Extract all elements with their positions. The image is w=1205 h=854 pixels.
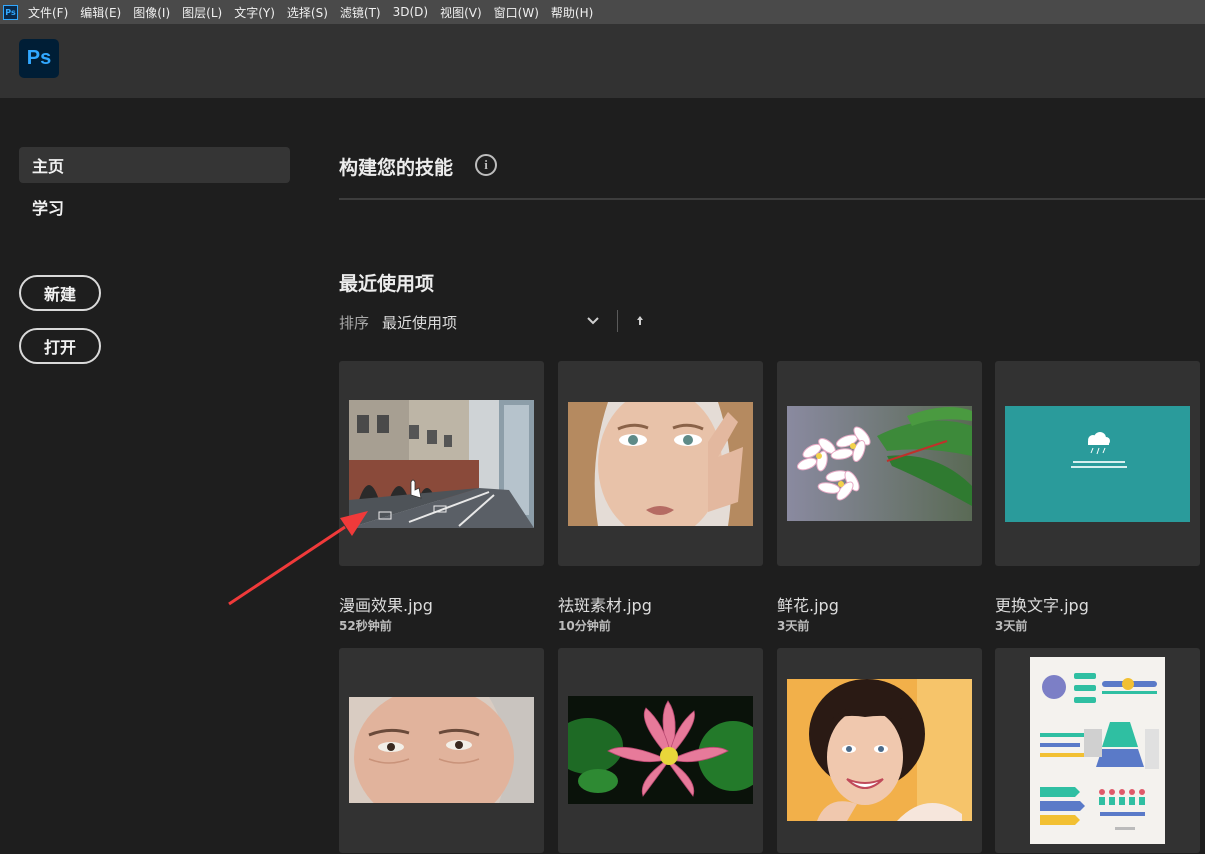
menu-filter[interactable]: 滤镜(T) (340, 4, 381, 21)
file-name[interactable]: 漫画效果.jpg (339, 592, 433, 616)
elderly-woman-face-thumbnail (349, 697, 534, 803)
menu-layer[interactable]: 图层(L) (182, 4, 222, 21)
file-name[interactable]: 鲜花.jpg (777, 592, 839, 616)
recent-file-card[interactable] (995, 361, 1200, 566)
woman-portrait-thumbnail (568, 402, 753, 526)
new-button[interactable]: 新建 (19, 275, 101, 311)
chevron-down-icon[interactable] (585, 312, 601, 328)
teal-slide-thumbnail (1005, 406, 1190, 522)
file-name[interactable]: 祛斑素材.jpg (558, 592, 652, 616)
sort-dropdown-value[interactable]: 最近使用项 (382, 312, 457, 333)
menu-3d[interactable]: 3D(D) (393, 5, 428, 19)
file-time: 3天前 (777, 619, 810, 633)
open-button[interactable]: 打开 (19, 328, 101, 364)
file-time: 3天前 (995, 619, 1028, 633)
skills-title: 构建您的技能 (339, 157, 454, 179)
menu-image[interactable]: 图像(I) (133, 4, 170, 21)
recent-file-card[interactable] (995, 648, 1200, 853)
sidebar-item-home[interactable]: 主页 (19, 147, 290, 183)
recent-file-card[interactable] (339, 361, 544, 566)
smiling-girl-thumbnail (787, 679, 972, 821)
recent-file-card[interactable] (558, 361, 763, 566)
menu-file[interactable]: 文件(F) (28, 4, 68, 21)
recent-file-card[interactable] (339, 648, 544, 853)
photoshop-app-icon[interactable]: Ps (3, 4, 18, 20)
menu-edit[interactable]: 编辑(E) (80, 4, 121, 21)
menu-bar: Ps 文件(F) 编辑(E) 图像(I) 图层(L) 文字(Y) 选择(S) 滤… (0, 0, 1205, 24)
sort-separator (617, 310, 618, 332)
recent-title: 最近使用项 (339, 273, 435, 295)
file-name[interactable]: 更换文字.jpg (995, 592, 1089, 616)
sidebar-item-learn[interactable]: 学习 (19, 189, 290, 225)
file-time: 10分钟前 (558, 619, 611, 633)
lotus-flower-thumbnail (568, 696, 753, 804)
recent-file-card[interactable] (777, 648, 982, 853)
menu-help[interactable]: 帮助(H) (551, 4, 593, 21)
plumeria-flowers-thumbnail (787, 406, 972, 521)
sort-label: 排序 (339, 314, 370, 332)
info-icon[interactable]: i (475, 154, 497, 176)
photoshop-logo[interactable]: Ps (19, 39, 59, 78)
recent-file-card[interactable] (558, 648, 763, 853)
infographic-thumbnail (1030, 657, 1165, 844)
recent-file-card[interactable] (777, 361, 982, 566)
menu-type[interactable]: 文字(Y) (234, 4, 275, 21)
street-photo-thumbnail (349, 400, 534, 528)
sort-ascending-icon[interactable] (633, 313, 647, 329)
menu-window[interactable]: 窗口(W) (494, 4, 539, 21)
menu-view[interactable]: 视图(V) (440, 4, 482, 21)
app-header: Ps (0, 24, 1205, 98)
section-divider (339, 198, 1205, 200)
file-time: 52秒钟前 (339, 619, 392, 633)
menu-select[interactable]: 选择(S) (287, 4, 328, 21)
